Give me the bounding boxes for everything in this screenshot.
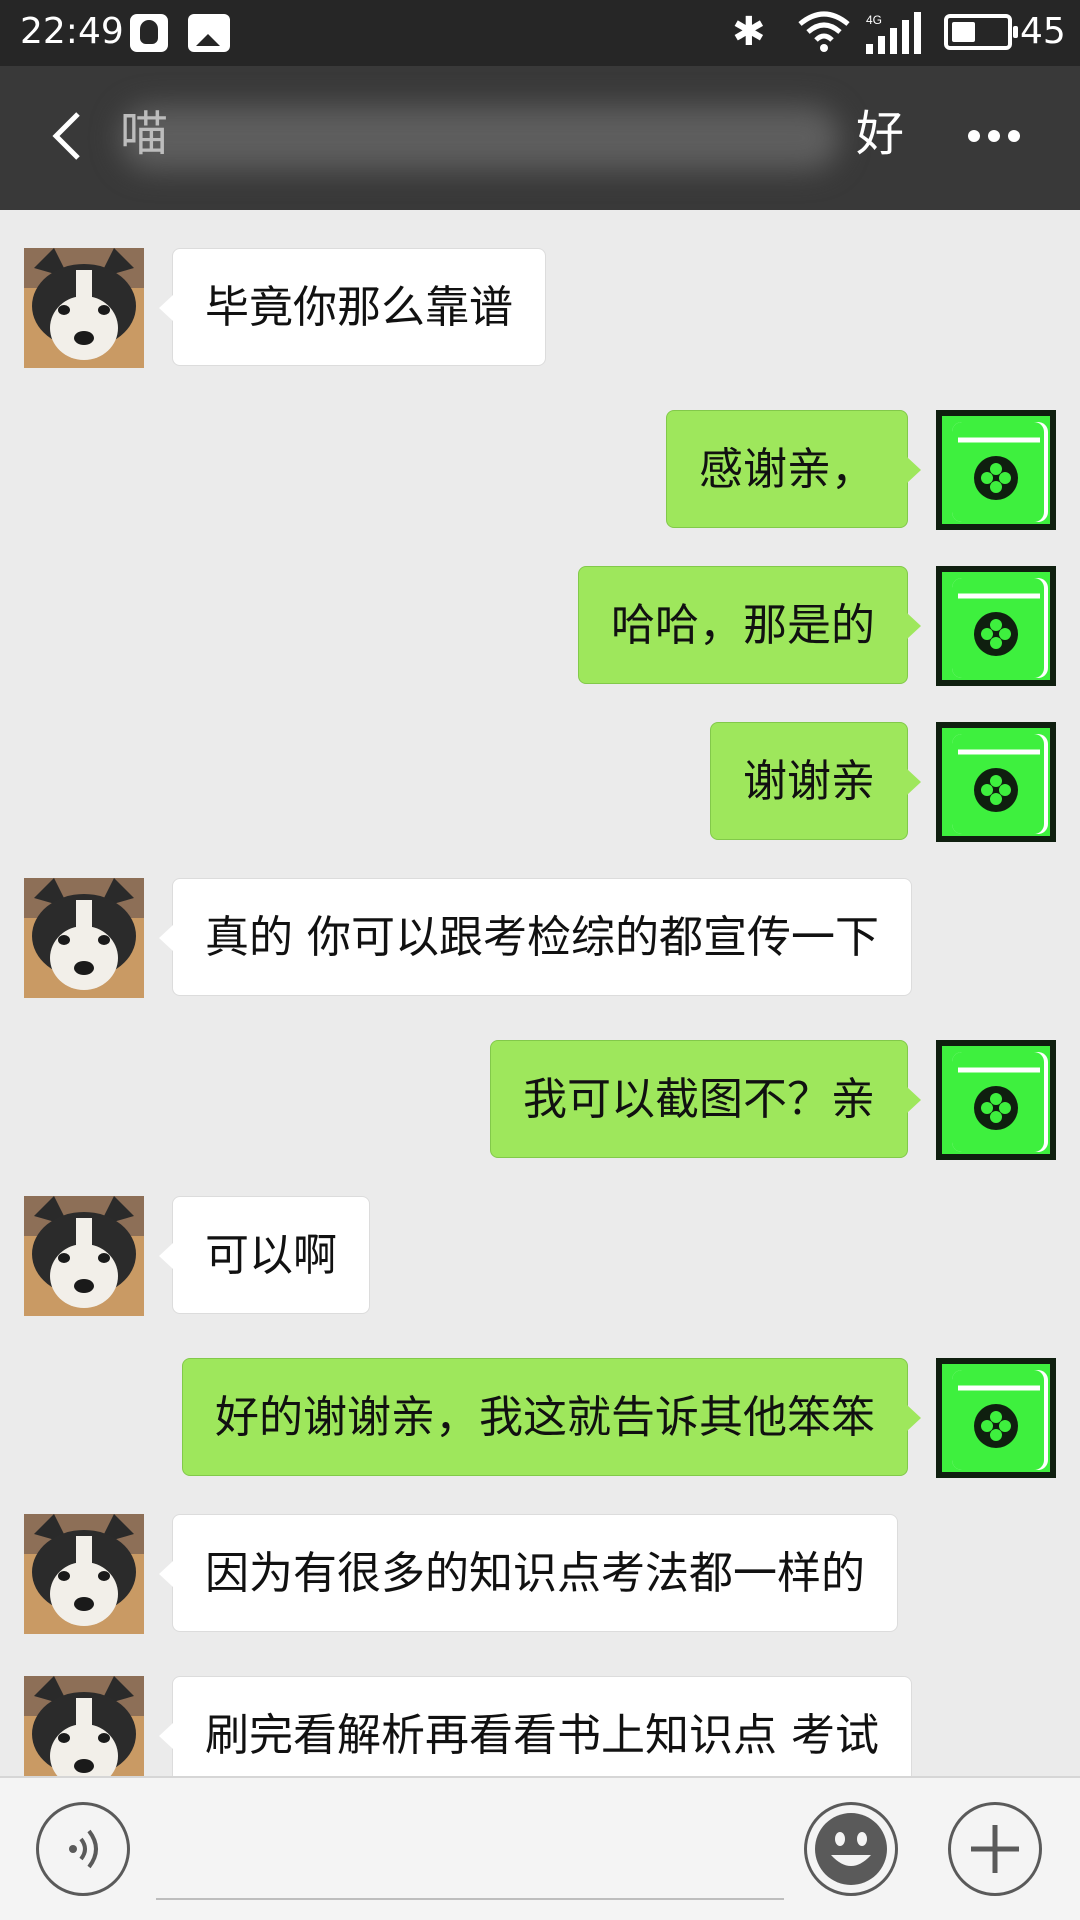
cell-signal-icon: 4G — [866, 12, 921, 54]
more-dots-icon[interactable] — [964, 126, 1024, 146]
plus-button[interactable] — [948, 1802, 1042, 1896]
battery-percent: 45 — [1020, 11, 1066, 52]
green-book-avatar[interactable] — [936, 722, 1056, 842]
network-type: 4G — [866, 13, 882, 27]
image-notification-icon — [188, 14, 230, 52]
message-bubble-outgoing[interactable]: 好的谢谢亲，我这就告诉其他笨笨 — [182, 1358, 921, 1476]
status-bar: 22:49 ✱ 4G 45 — [0, 0, 1080, 66]
message-bubble-outgoing[interactable]: 谢谢亲 — [710, 722, 921, 840]
husky-avatar[interactable] — [24, 1676, 144, 1776]
title-redaction — [120, 106, 840, 170]
emoji-icon — [815, 1813, 887, 1885]
chat-title-end: 好 — [856, 106, 905, 162]
message-bubble-outgoing[interactable]: 哈哈，那是的 — [578, 566, 921, 684]
qq-icon — [130, 14, 168, 52]
green-book-avatar[interactable] — [936, 1358, 1056, 1478]
message-bubble-incoming[interactable]: 真的 你可以跟考检综的都宣传一下 — [159, 878, 912, 996]
message-bubble-incoming[interactable]: 毕竟你那么靠谱 — [159, 248, 546, 366]
title-bar: 喵 好 — [0, 66, 1080, 210]
husky-avatar[interactable] — [24, 248, 144, 368]
message-bubble-outgoing[interactable]: 感谢亲， — [666, 410, 921, 528]
message-bubble-outgoing[interactable]: 我可以截图不？亲 — [490, 1040, 921, 1158]
voice-button[interactable] — [36, 1802, 130, 1896]
husky-avatar[interactable] — [24, 1514, 144, 1634]
green-book-avatar[interactable] — [936, 566, 1056, 686]
input-bar — [0, 1776, 1080, 1920]
chat-area[interactable]: 毕竟你那么靠谱 感谢亲， 哈哈，那是的 谢谢亲 真的 你可以跟考检综的都宣传一下… — [0, 210, 1080, 1776]
chat-title-start: 喵 — [120, 106, 169, 162]
green-book-avatar[interactable] — [936, 1040, 1056, 1160]
husky-avatar[interactable] — [24, 878, 144, 998]
husky-avatar[interactable] — [24, 1196, 144, 1316]
wifi-icon — [798, 11, 850, 52]
plus-icon — [971, 1825, 1019, 1873]
message-bubble-incoming[interactable]: 刷完看解析再看看书上知识点 考试 — [159, 1676, 912, 1776]
green-book-avatar[interactable] — [936, 410, 1056, 530]
battery-icon — [944, 14, 1018, 50]
emoji-button[interactable] — [804, 1802, 898, 1896]
message-input[interactable] — [156, 1806, 784, 1900]
bluetooth-icon: ✱ — [732, 9, 766, 55]
message-bubble-incoming[interactable]: 因为有很多的知识点考法都一样的 — [159, 1514, 898, 1632]
voice-icon — [69, 1829, 98, 1869]
message-bubble-incoming[interactable]: 可以啊 — [159, 1196, 370, 1314]
clock: 22:49 — [20, 11, 124, 52]
back-arrow-icon[interactable] — [40, 106, 100, 166]
